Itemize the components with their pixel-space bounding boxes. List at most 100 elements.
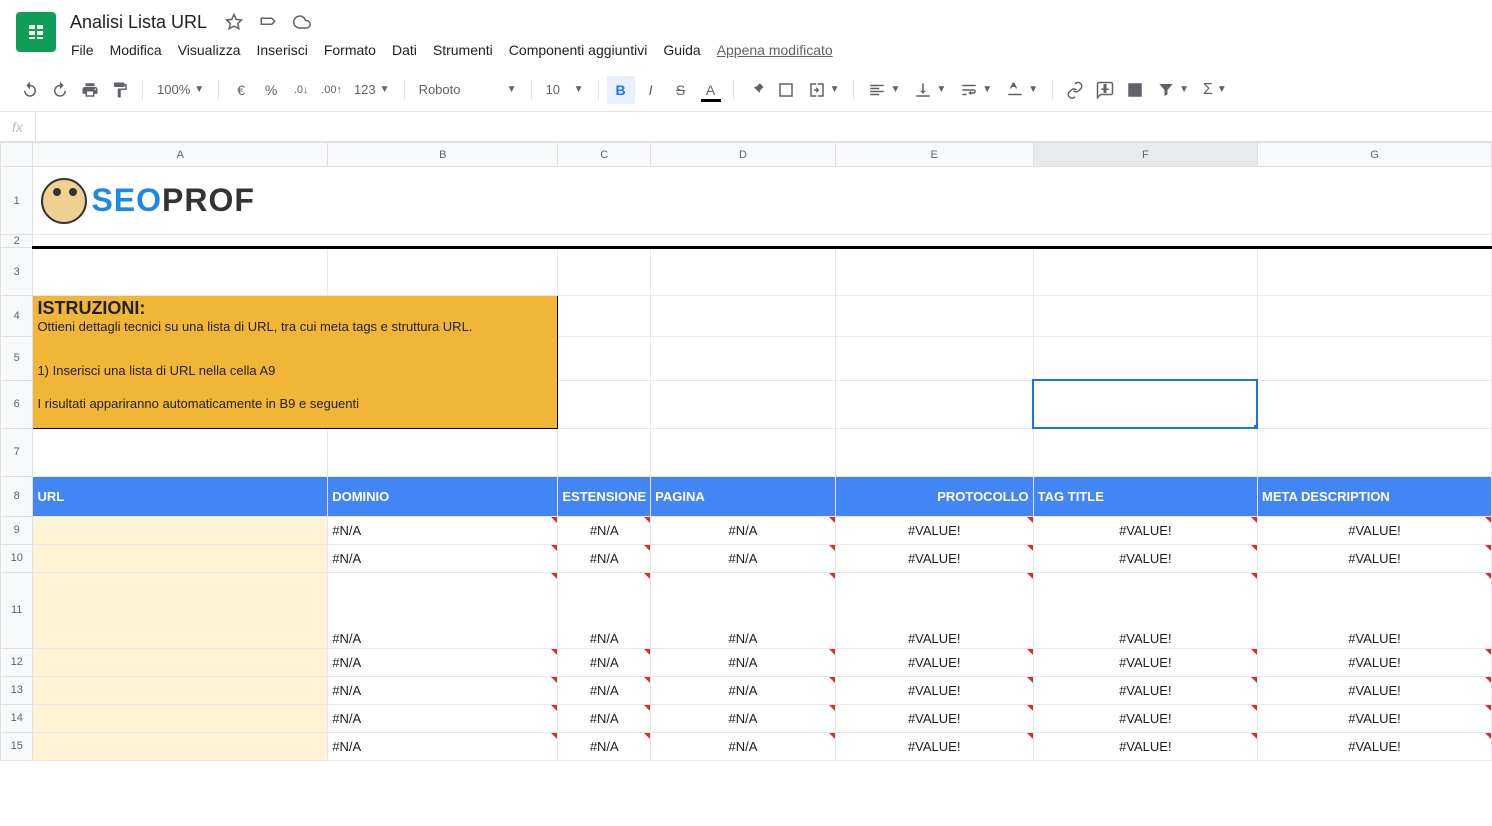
- text-rotation-button[interactable]: ▼: [1000, 76, 1044, 104]
- number-format-dropdown[interactable]: 123▼: [348, 76, 396, 104]
- th-pagina[interactable]: PAGINA: [651, 476, 836, 516]
- menu-file[interactable]: File: [64, 38, 101, 62]
- url-input-cell[interactable]: [33, 648, 328, 676]
- italic-button[interactable]: I: [637, 76, 665, 104]
- col-header-d[interactable]: D: [651, 143, 836, 167]
- row-header[interactable]: 14: [1, 704, 33, 732]
- bold-button[interactable]: B: [607, 76, 635, 104]
- menu-view[interactable]: Visualizza: [171, 38, 248, 62]
- text-color-button[interactable]: A: [697, 76, 725, 104]
- select-all-corner[interactable]: [1, 143, 33, 167]
- fx-label: fx: [0, 112, 36, 141]
- fill-color-button[interactable]: [742, 76, 770, 104]
- menu-addons[interactable]: Componenti aggiuntivi: [502, 38, 655, 62]
- menu-bar: File Modifica Visualizza Inserisci Forma…: [64, 38, 1476, 62]
- logo-cell[interactable]: SEOPROF: [33, 167, 1492, 235]
- document-title[interactable]: Analisi Lista URL: [64, 10, 213, 35]
- row-header[interactable]: 11: [1, 572, 33, 648]
- increase-decimal-button[interactable]: .00↑: [317, 76, 346, 104]
- print-button[interactable]: [76, 76, 104, 104]
- menu-format[interactable]: Formato: [317, 38, 383, 62]
- sheets-app-icon[interactable]: [16, 12, 56, 52]
- font-size-dropdown[interactable]: 10▼: [540, 76, 590, 104]
- row-header[interactable]: 13: [1, 676, 33, 704]
- data-row: 14 #N/A #N/A #N/A #VALUE! #VALUE! #VALUE…: [1, 704, 1492, 732]
- undo-button[interactable]: [16, 76, 44, 104]
- app-header: Analisi Lista URL File Modifica Visualiz…: [0, 0, 1492, 62]
- separator-cell[interactable]: [33, 235, 1492, 248]
- zoom-dropdown[interactable]: 100%▼: [151, 76, 210, 104]
- th-dominio[interactable]: DOMINIO: [328, 476, 558, 516]
- insert-link-button[interactable]: [1061, 76, 1089, 104]
- url-input-cell[interactable]: [33, 572, 328, 648]
- strikethrough-button[interactable]: S: [667, 76, 695, 104]
- percent-button[interactable]: %: [257, 76, 285, 104]
- currency-button[interactable]: €: [227, 76, 255, 104]
- selected-cell-f6[interactable]: [1033, 380, 1257, 428]
- url-input-cell[interactable]: [33, 732, 328, 760]
- formula-input[interactable]: [36, 112, 1492, 141]
- redo-button[interactable]: [46, 76, 74, 104]
- merge-cells-button[interactable]: ▼: [802, 76, 846, 104]
- row-header[interactable]: 12: [1, 648, 33, 676]
- col-header-b[interactable]: B: [328, 143, 558, 167]
- avatar-icon: [41, 178, 87, 224]
- filter-button[interactable]: ▼: [1151, 76, 1195, 104]
- th-url[interactable]: URL: [33, 476, 328, 516]
- text-wrap-button[interactable]: ▼: [954, 76, 998, 104]
- row-header[interactable]: 10: [1, 544, 33, 572]
- logo-seo: SEO: [91, 182, 162, 218]
- row-header[interactable]: 7: [1, 428, 33, 476]
- row-header[interactable]: 9: [1, 516, 33, 544]
- data-row: 13 #N/A #N/A #N/A #VALUE! #VALUE! #VALUE…: [1, 676, 1492, 704]
- row-header[interactable]: 3: [1, 248, 33, 296]
- star-icon[interactable]: [221, 9, 247, 35]
- horizontal-align-button[interactable]: ▼: [862, 76, 906, 104]
- row-header[interactable]: 15: [1, 732, 33, 760]
- insert-comment-button[interactable]: [1091, 76, 1119, 104]
- functions-button[interactable]: Σ▼: [1197, 76, 1233, 104]
- row-header[interactable]: 6: [1, 380, 33, 428]
- url-input-cell[interactable]: [33, 676, 328, 704]
- row-header[interactable]: 2: [1, 235, 33, 248]
- logo-prof: PROF: [162, 182, 255, 218]
- instructions-step2-cell[interactable]: I risultati appariranno automaticamente …: [33, 380, 558, 428]
- formula-bar: fx: [0, 112, 1492, 142]
- col-header-c[interactable]: C: [558, 143, 651, 167]
- decrease-decimal-button[interactable]: .0↓: [287, 76, 315, 104]
- toolbar: 100%▼ € % .0↓ .00↑ 123▼ Roboto▼ 10▼ B I …: [0, 68, 1492, 112]
- instructions-title-cell[interactable]: ISTRUZIONI:Ottieni dettagli tecnici su u…: [33, 296, 558, 337]
- menu-help[interactable]: Guida: [656, 38, 707, 62]
- data-row: 11 #N/A #N/A #N/A #VALUE! #VALUE! #VALUE…: [1, 572, 1492, 648]
- menu-edit[interactable]: Modifica: [103, 38, 169, 62]
- paint-format-button[interactable]: [106, 76, 134, 104]
- vertical-align-button[interactable]: ▼: [908, 76, 952, 104]
- th-protocollo[interactable]: PROTOCOLLO: [835, 476, 1033, 516]
- th-estensione[interactable]: ESTENSIONE: [558, 476, 651, 516]
- col-header-g[interactable]: G: [1257, 143, 1491, 167]
- row-header[interactable]: 8: [1, 476, 33, 516]
- url-input-cell[interactable]: [33, 516, 328, 544]
- th-meta-desc[interactable]: META DESCRIPTION: [1257, 476, 1491, 516]
- col-header-f[interactable]: F: [1033, 143, 1257, 167]
- data-row: 9 #N/A #N/A #N/A #VALUE! #VALUE! #VALUE!: [1, 516, 1492, 544]
- row-header[interactable]: 5: [1, 336, 33, 380]
- move-icon[interactable]: [255, 9, 281, 35]
- menu-insert[interactable]: Inserisci: [249, 38, 314, 62]
- last-edit-link[interactable]: Appena modificato: [710, 38, 840, 62]
- font-family-dropdown[interactable]: Roboto▼: [413, 76, 523, 104]
- borders-button[interactable]: [772, 76, 800, 104]
- col-header-a[interactable]: A: [33, 143, 328, 167]
- menu-tools[interactable]: Strumenti: [426, 38, 500, 62]
- cloud-status-icon[interactable]: [289, 9, 315, 35]
- th-tag-title[interactable]: TAG TITLE: [1033, 476, 1257, 516]
- url-input-cell[interactable]: [33, 704, 328, 732]
- url-input-cell[interactable]: [33, 544, 328, 572]
- menu-data[interactable]: Dati: [385, 38, 424, 62]
- insert-chart-button[interactable]: [1121, 76, 1149, 104]
- row-header[interactable]: 4: [1, 296, 33, 337]
- spreadsheet-grid[interactable]: A B C D E F G 1 SEOPROF 2 3 4 ISTRUZIONI…: [0, 142, 1492, 826]
- col-header-e[interactable]: E: [835, 143, 1033, 167]
- row-header[interactable]: 1: [1, 167, 33, 235]
- instructions-step1-cell[interactable]: 1) Inserisci una lista di URL nella cell…: [33, 336, 558, 380]
